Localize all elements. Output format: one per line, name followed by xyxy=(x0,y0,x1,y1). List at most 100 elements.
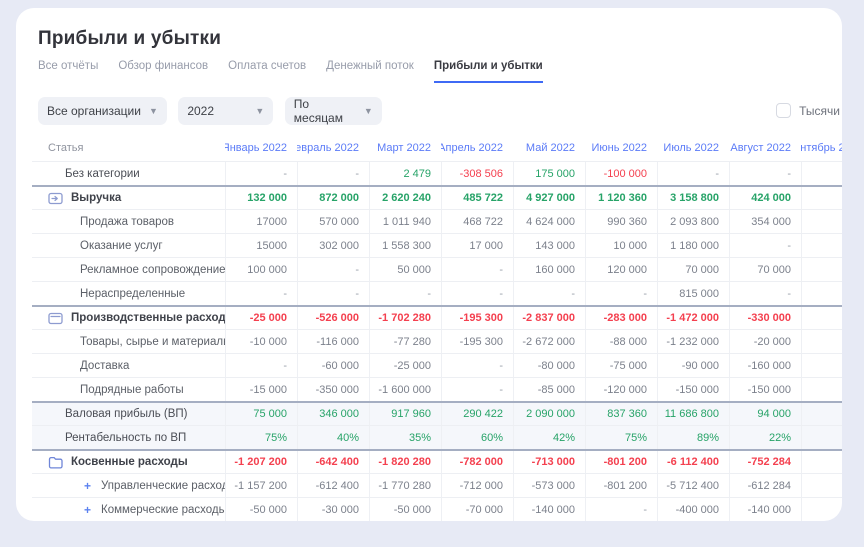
cell-value: -116 000 xyxy=(297,330,369,353)
cell-value: 1 011 940 xyxy=(369,210,441,233)
cell-value: 837 360 xyxy=(585,403,657,425)
cell-value xyxy=(801,210,842,233)
column-header-month[interactable]: Сентябрь 2022 xyxy=(801,135,842,161)
cell-value xyxy=(801,474,842,497)
cell-value: -20 000 xyxy=(729,330,801,353)
year-select[interactable]: 2022 ▼ xyxy=(178,97,273,125)
cell-value: - xyxy=(585,282,657,305)
cell-value: -612 284 xyxy=(729,474,801,497)
cell-value: 4 927 000 xyxy=(513,187,585,209)
cell-value: -752 284 xyxy=(729,451,801,473)
column-header-month[interactable]: Июль 2022 xyxy=(657,135,729,161)
row-label: Нераспределенные xyxy=(32,282,225,305)
cell-value: - xyxy=(441,258,513,281)
cell-value: - xyxy=(729,234,801,257)
row-label-text: Без категории xyxy=(65,168,140,180)
column-header-month[interactable]: Август 2022 xyxy=(729,135,801,161)
folder-icon[interactable] xyxy=(48,456,63,469)
cell-value xyxy=(801,498,842,521)
cell-value: 2 479 xyxy=(369,162,441,185)
table-row: +Коммерческие расходы-50 000-30 000-50 0… xyxy=(32,497,842,521)
row-label-text: Производственные расходы xyxy=(71,312,225,324)
report-tabs: Все отчёты Обзор финансов Оплата счетов Ден… xyxy=(38,60,842,83)
thousands-checkbox[interactable] xyxy=(776,103,791,118)
cell-value: 70 000 xyxy=(729,258,801,281)
tab-2[interactable]: Обзор финансов xyxy=(118,60,208,83)
row-label-text: Коммерческие расходы xyxy=(101,504,225,516)
plus-icon[interactable]: + xyxy=(80,479,95,493)
table-row: Производственные расходы-25 000-526 000-… xyxy=(32,305,842,329)
cell-value: - xyxy=(297,162,369,185)
row-label[interactable]: Производственные расходы xyxy=(32,307,225,329)
column-header-month[interactable]: Июнь 2022 xyxy=(585,135,657,161)
column-header-month[interactable]: Май 2022 xyxy=(513,135,585,161)
cell-value: 815 000 xyxy=(657,282,729,305)
cell-value: 70 000 xyxy=(657,258,729,281)
cell-value: 15000 xyxy=(225,234,297,257)
cell-value: - xyxy=(513,282,585,305)
cell-value: -5 712 400 xyxy=(657,474,729,497)
cell-value: 1 120 360 xyxy=(585,187,657,209)
cell-value: - xyxy=(225,162,297,185)
row-label-text: Управленческие расходы xyxy=(101,480,225,492)
column-header-month[interactable]: Апрель 2022 xyxy=(441,135,513,161)
row-label[interactable]: Косвенные расходы xyxy=(32,451,225,473)
row-label[interactable]: + Коммерческие расходы xyxy=(32,498,225,521)
cell-value xyxy=(801,378,842,401)
cell-value: - xyxy=(369,282,441,305)
table-row: Товары, сырье и материалы-10 000-116 000… xyxy=(32,329,842,353)
cell-value: 872 000 xyxy=(297,187,369,209)
table-row: Нераспределенные------815 000- xyxy=(32,281,842,305)
table-row: Оказание услуг15000302 0001 558 30017 00… xyxy=(32,233,842,257)
row-label-text: Рентабельность по ВП xyxy=(65,432,186,444)
period-select[interactable]: По месяцам ▼ xyxy=(285,97,382,125)
row-label[interactable]: + Управленческие расходы xyxy=(32,474,225,497)
row-label-text: Косвенные расходы xyxy=(71,456,188,468)
cell-value: 75% xyxy=(225,426,297,449)
tab-1[interactable]: Все отчёты xyxy=(38,60,98,83)
cell-value: 4 624 000 xyxy=(513,210,585,233)
cell-value: - xyxy=(297,258,369,281)
plus-icon[interactable]: + xyxy=(80,503,95,517)
cell-value: - xyxy=(225,354,297,377)
cell-value: 60% xyxy=(441,426,513,449)
cell-value: -60 000 xyxy=(297,354,369,377)
cell-value: - xyxy=(225,282,297,305)
row-label: Подрядные работы xyxy=(32,378,225,401)
column-header-month[interactable]: Февраль 2022 xyxy=(297,135,369,161)
cell-value: -1 770 280 xyxy=(369,474,441,497)
expenses-window-icon[interactable] xyxy=(48,312,63,325)
row-label: Товары, сырье и материалы xyxy=(32,330,225,353)
pnl-table: СтатьяЯнварь 2022Февраль 2022Март 2022Ап… xyxy=(32,135,842,521)
cell-value xyxy=(801,451,842,473)
cell-value: -1 820 280 xyxy=(369,451,441,473)
cell-value: 160 000 xyxy=(513,258,585,281)
column-header-month[interactable]: Март 2022 xyxy=(369,135,441,161)
cell-value: 94 000 xyxy=(729,403,801,425)
row-label-text: Продажа товаров xyxy=(80,216,174,228)
column-header-month[interactable]: Январь 2022 xyxy=(225,135,297,161)
cell-value: -801 200 xyxy=(585,451,657,473)
cell-value xyxy=(801,426,842,449)
cell-value: -1 702 280 xyxy=(369,307,441,329)
cell-value: -85 000 xyxy=(513,378,585,401)
cell-value xyxy=(801,307,842,329)
cell-value: -1 600 000 xyxy=(369,378,441,401)
row-label[interactable]: Выручка xyxy=(32,187,225,209)
cell-value: 75 000 xyxy=(225,403,297,425)
cell-value: -283 000 xyxy=(585,307,657,329)
tab-3[interactable]: Оплата счетов xyxy=(228,60,306,83)
cell-value: 10 000 xyxy=(585,234,657,257)
page-title: Прибыли и убытки xyxy=(38,28,221,50)
organization-select-value: Все организации xyxy=(47,104,141,118)
row-label: Рекламное сопровождение xyxy=(32,258,225,281)
cell-value xyxy=(801,162,842,185)
income-tray-icon[interactable] xyxy=(48,192,63,205)
cell-value: - xyxy=(441,378,513,401)
organization-select[interactable]: Все организации ▼ xyxy=(38,97,167,125)
tab-4[interactable]: Денежный поток xyxy=(326,60,414,83)
cell-value: 1 180 000 xyxy=(657,234,729,257)
cell-value: -330 000 xyxy=(729,307,801,329)
tab-5[interactable]: Прибыли и убытки xyxy=(434,60,543,83)
cell-value: 1 558 300 xyxy=(369,234,441,257)
